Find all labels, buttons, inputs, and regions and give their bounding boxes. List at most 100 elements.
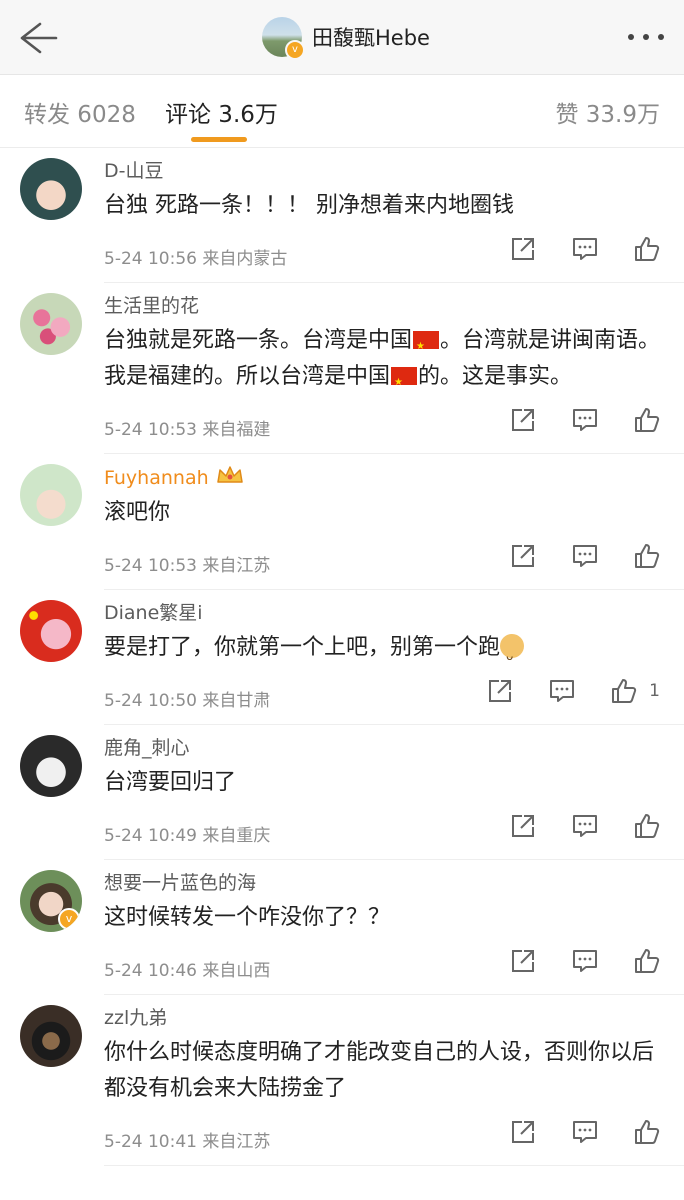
- tab-comments[interactable]: 评论 3.6万: [165, 95, 278, 129]
- vip-crown-icon: [216, 466, 243, 483]
- comment-time: 5-24 10:49: [104, 826, 197, 846]
- comment-meta: 5-24 10:41 来自江苏: [104, 1107, 684, 1165]
- avatar[interactable]: [20, 735, 82, 797]
- comment-text: 台独 死路一条！！！ 别净想着来内地圈钱: [104, 193, 514, 218]
- comment-list: D-山豆 台独 死路一条！！！ 别净想着来内地圈钱 5-24 10:56 来自内…: [0, 148, 684, 1166]
- username-text: Fuyhannah: [104, 467, 209, 489]
- comment-item: D-山豆 台独 死路一条！！！ 别净想着来内地圈钱 5-24 10:56 来自内…: [20, 148, 684, 283]
- share-icon[interactable]: [487, 678, 513, 704]
- comment-text: 这时候转发一个咋没你了？？: [104, 905, 391, 930]
- like-icon[interactable]: [611, 678, 637, 704]
- comment-item: v 想要一片蓝色的海 这时候转发一个咋没你了？？ 5-24 10:46 来自山西: [20, 860, 684, 995]
- comment-username[interactable]: 生活里的花: [104, 283, 684, 319]
- china-flag-icon: [391, 365, 418, 401]
- comment-username[interactable]: 鹿角_刺心: [104, 725, 684, 761]
- comment-time: 5-24 10:56: [104, 249, 197, 269]
- comment-time-location: 5-24 10:49 来自重庆: [104, 821, 270, 846]
- comment-text-part: 的。这是事实。: [418, 364, 573, 389]
- comment-username[interactable]: Fuyhannah: [104, 454, 684, 491]
- comment-time-location: 5-24 10:53 来自福建: [104, 415, 270, 440]
- share-icon[interactable]: [510, 407, 536, 433]
- share-icon[interactable]: [510, 1119, 536, 1145]
- comment-time-location: 5-24 10:53 来自江苏: [104, 551, 270, 576]
- comment-time-location: 5-24 10:50 来自甘肃: [104, 686, 270, 711]
- like-icon[interactable]: [634, 236, 660, 262]
- comment-location: 来自江苏: [202, 556, 271, 576]
- comment-text: 滚吧你: [104, 500, 171, 525]
- comment-time-location: 5-24 10:41 来自江苏: [104, 1127, 270, 1152]
- comment-location: 来自江苏: [202, 1132, 271, 1152]
- comment-username[interactable]: D-山豆: [104, 148, 684, 184]
- comment-actions: [474, 813, 660, 839]
- comment-time-location: 5-24 10:46 来自山西: [104, 956, 270, 981]
- comment-location: 来自山西: [202, 961, 271, 981]
- share-icon[interactable]: [510, 543, 536, 569]
- like-icon[interactable]: [634, 948, 660, 974]
- comment-time: 5-24 10:46: [104, 961, 197, 981]
- comment-icon[interactable]: [549, 678, 575, 704]
- comment-meta: 5-24 10:49 来自重庆: [104, 801, 684, 859]
- comment-text: 要是打了，你就第一个上吧，别第一个跑: [104, 630, 684, 674]
- china-flag-icon: [413, 329, 440, 365]
- comment-item: 生活里的花 台独就是死路一条。台湾是中国。台湾就是讲闽南语。我是福建的。所以台湾…: [20, 283, 684, 454]
- avatar[interactable]: [20, 158, 82, 220]
- comment-location: 来自福建: [202, 420, 271, 440]
- more-options-icon[interactable]: [626, 30, 666, 44]
- comment-text-part: 台独就是死路一条。台湾是中国: [104, 328, 413, 353]
- comment-item: zzl九弟 你什么时候态度明确了才能改变自己的人设，否则你以后都没有机会来大陆捞…: [20, 995, 684, 1166]
- tab-bar: 转发 6028 评论 3.6万 赞 33.9万: [0, 75, 684, 148]
- like-icon[interactable]: [634, 407, 660, 433]
- comment-text: 你什么时候态度明确了才能改变自己的人设，否则你以后都没有机会来大陆捞金了: [104, 1040, 655, 1101]
- comment-text: 台湾要回归了: [104, 770, 237, 795]
- active-tab-indicator: [191, 137, 247, 142]
- comment-icon[interactable]: [572, 236, 598, 262]
- comment-time: 5-24 10:50: [104, 691, 197, 711]
- like-icon[interactable]: [634, 1119, 660, 1145]
- comment-time-location: 5-24 10:56 来自内蒙古: [104, 244, 287, 269]
- verified-badge-icon: v: [285, 40, 305, 60]
- comment-time: 5-24 10:53: [104, 556, 197, 576]
- comment-username[interactable]: Diane繁星i: [104, 590, 684, 626]
- avatar[interactable]: [20, 600, 82, 662]
- comment-icon[interactable]: [572, 1119, 598, 1145]
- tab-likes[interactable]: 赞 33.9万: [555, 95, 660, 129]
- share-icon[interactable]: [510, 813, 536, 839]
- avatar[interactable]: [20, 293, 82, 355]
- comment-item: Diane繁星i 要是打了，你就第一个上吧，别第一个跑 5-24 10:50 来…: [20, 590, 684, 725]
- comment-meta: 5-24 10:53 来自福建: [104, 395, 684, 453]
- comment-time: 5-24 10:41: [104, 1132, 197, 1152]
- comment-item: Fuyhannah 滚吧你 5-24 10:53 来自江苏: [20, 454, 684, 590]
- share-icon[interactable]: [510, 948, 536, 974]
- comment-username[interactable]: 想要一片蓝色的海: [104, 860, 684, 896]
- comment-icon[interactable]: [572, 813, 598, 839]
- back-arrow-icon[interactable]: [14, 18, 58, 58]
- comment-icon[interactable]: [572, 948, 598, 974]
- share-icon[interactable]: [510, 236, 536, 262]
- comment-meta: 5-24 10:53 来自江苏: [104, 531, 684, 589]
- comment-text-part: 要是打了，你就第一个上吧，别第一个跑: [104, 635, 501, 660]
- comment-location: 来自重庆: [202, 826, 271, 846]
- avatar[interactable]: [20, 1005, 82, 1067]
- comment-icon[interactable]: [572, 543, 598, 569]
- top-bar: v 田馥甄Hebe: [0, 0, 684, 75]
- header-profile[interactable]: v 田馥甄Hebe: [262, 16, 430, 60]
- avatar[interactable]: [20, 464, 82, 526]
- verified-badge-icon: v: [58, 908, 80, 930]
- comment-location: 来自甘肃: [202, 691, 271, 711]
- tab-repost[interactable]: 转发 6028: [24, 95, 136, 129]
- comment-actions: [474, 948, 660, 974]
- like-icon[interactable]: [634, 813, 660, 839]
- comment-username[interactable]: zzl九弟: [104, 995, 684, 1031]
- comment-location: 来自内蒙古: [202, 249, 288, 269]
- doge-emoji-icon: [500, 634, 525, 674]
- avatar[interactable]: v: [20, 870, 82, 932]
- comment-actions: [474, 407, 660, 433]
- header-avatar[interactable]: v: [262, 17, 305, 60]
- comment-actions: 1: [451, 678, 660, 704]
- comment-time: 5-24 10:53: [104, 420, 197, 440]
- page-title: 田馥甄Hebe: [312, 26, 430, 50]
- like-button[interactable]: 1: [575, 678, 660, 704]
- like-icon[interactable]: [634, 543, 660, 569]
- comment-meta: 5-24 10:46 来自山西: [104, 936, 684, 994]
- comment-icon[interactable]: [572, 407, 598, 433]
